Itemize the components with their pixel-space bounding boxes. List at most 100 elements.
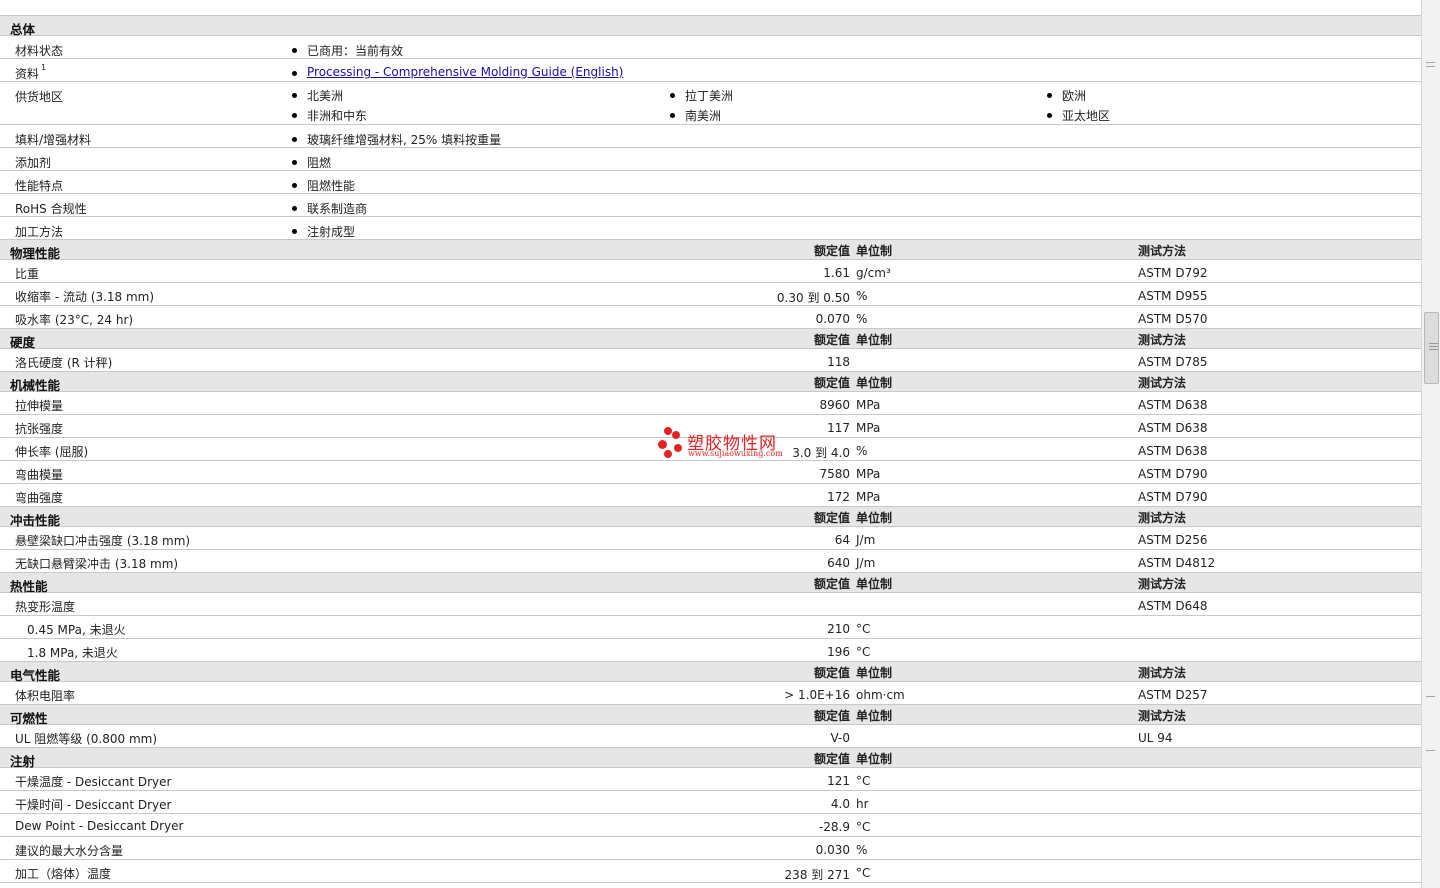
column-header-rated: 额定值 bbox=[813, 666, 850, 680]
property-unit: MPa bbox=[856, 398, 881, 412]
property-label: 干燥时间 - Desiccant Dryer bbox=[15, 798, 172, 812]
row-label: 材料状态 bbox=[15, 44, 64, 58]
property-label: 吸水率 (23°C, 24 hr) bbox=[15, 313, 134, 327]
column-header-test: 测试方法 bbox=[1138, 709, 1187, 723]
property-test-method: ASTM D638 bbox=[1138, 398, 1208, 412]
property-label: 弯曲强度 bbox=[15, 491, 64, 505]
property-label: 1.8 MPa, 未退火 bbox=[27, 646, 118, 660]
property-test-method: ASTM D955 bbox=[1138, 289, 1208, 303]
top-border bbox=[0, 0, 1422, 16]
watermark-logo: 塑胶物性网 www.sujiaowuxing.com bbox=[658, 427, 798, 463]
row-label: 加工方法 bbox=[15, 225, 64, 239]
property-unit: ohm·cm bbox=[856, 688, 905, 702]
property-row: 体积电阻率 > 1.0E+16 ohm·cm ASTM D257 bbox=[0, 682, 1422, 705]
property-test-method: ASTM D638 bbox=[1138, 421, 1208, 435]
vertical-scrollbar[interactable] bbox=[1421, 0, 1440, 888]
bullet-link: Processing - Comprehensive Molding Guide… bbox=[291, 65, 623, 79]
property-unit: °C bbox=[856, 820, 871, 834]
processing-guide-link[interactable]: Processing - Comprehensive Molding Guide… bbox=[307, 65, 623, 79]
property-label: Dew Point - Desiccant Dryer bbox=[15, 819, 184, 833]
column-header-test: 测试方法 bbox=[1138, 244, 1187, 258]
column-header-rated: 额定值 bbox=[813, 752, 850, 766]
column-header-unit: 单位制 bbox=[856, 666, 893, 680]
region-item: 欧洲 bbox=[1046, 89, 1087, 103]
property-sections: 物理性能 额定值 单位制 测试方法 比重 1.61 g/cm³ ASTM D792 收缩率 - … bbox=[0, 240, 1422, 883]
column-header-rated: 额定值 bbox=[813, 709, 850, 723]
property-label: 体积电阻率 bbox=[15, 689, 76, 703]
logo-dot bbox=[658, 440, 667, 449]
property-value: 238 到 271 bbox=[784, 868, 850, 882]
scroll-tick bbox=[1426, 696, 1435, 697]
general-regions-row: 供货地区 北美洲 拉丁美洲 欧洲 非洲和中东 南美洲 亚太地区 bbox=[0, 82, 1422, 125]
thumb-grip bbox=[1429, 343, 1438, 344]
property-unit: % bbox=[856, 843, 868, 857]
property-value: 3.0 到 4.0 bbox=[792, 446, 850, 460]
section-injection: 注射 额定值 单位制 bbox=[0, 748, 1422, 769]
property-label: 洛氏硬度 (R 计秤) bbox=[15, 356, 113, 370]
bullet-value: 玻璃纤维增强材料, 25% 填料按重量 bbox=[291, 133, 502, 147]
footnote-marker: 1 bbox=[41, 63, 47, 72]
property-row: 弯曲强度 172 MPa ASTM D790 bbox=[0, 484, 1422, 507]
property-label: 抗张强度 bbox=[15, 422, 64, 436]
logo-dot bbox=[664, 450, 672, 458]
property-value: 4.0 bbox=[830, 797, 850, 811]
column-header-rated: 额定值 bbox=[813, 376, 850, 390]
property-unit: MPa bbox=[856, 467, 881, 481]
property-row: 拉伸模量 8960 MPa ASTM D638 bbox=[0, 392, 1422, 415]
column-header-unit: 单位制 bbox=[856, 752, 893, 766]
column-header-unit: 单位制 bbox=[856, 577, 893, 591]
region-item: 拉丁美洲 bbox=[669, 89, 734, 103]
property-test-method: ASTM D792 bbox=[1138, 266, 1208, 280]
property-value: 0.030 bbox=[815, 843, 850, 857]
general-rohs-row: RoHS 合规性 联系制造商 bbox=[0, 194, 1422, 217]
general-features-row: 性能特点 阻燃性能 bbox=[0, 171, 1422, 194]
logo-dot bbox=[664, 427, 672, 435]
property-label: 拉伸模量 bbox=[15, 399, 64, 413]
property-row: 弯曲模量 7580 MPa ASTM D790 bbox=[0, 461, 1422, 484]
general-additive-row: 添加剂 阻燃 bbox=[0, 148, 1422, 171]
property-value: 7580 bbox=[819, 467, 850, 481]
property-row: Dew Point - Desiccant Dryer -28.9 °C bbox=[0, 814, 1422, 837]
column-header-test: 测试方法 bbox=[1138, 376, 1187, 390]
scroll-tick bbox=[1426, 750, 1435, 751]
bullet-value: 阻燃 bbox=[291, 156, 332, 170]
property-test-method: ASTM D648 bbox=[1138, 599, 1208, 613]
scrollbar-thumb[interactable] bbox=[1424, 312, 1439, 384]
property-value: 172 bbox=[827, 490, 850, 504]
property-test-method: ASTM D790 bbox=[1138, 490, 1208, 504]
property-value: 8960 bbox=[819, 398, 850, 412]
property-label: 热变形温度 bbox=[15, 600, 76, 614]
general-docs-row: 资料 1 Processing - Comprehensive Molding G… bbox=[0, 59, 1422, 82]
property-unit: J/m bbox=[856, 556, 876, 570]
watermark-url: www.sujiaowuxing.com bbox=[688, 449, 783, 458]
column-header-rated: 额定值 bbox=[813, 244, 850, 258]
general-status-row: 材料状态 已商用：当前有效 bbox=[0, 36, 1422, 59]
section-impact: 冲击性能 额定值 单位制 测试方法 bbox=[0, 507, 1422, 528]
property-label: UL 阻燃等级 (0.800 mm) bbox=[15, 732, 158, 746]
property-unit: MPa bbox=[856, 421, 881, 435]
column-header-unit: 单位制 bbox=[856, 244, 893, 258]
property-unit: °C bbox=[856, 774, 871, 788]
property-label: 0.45 MPa, 未退火 bbox=[27, 623, 126, 637]
property-value: 0.30 到 0.50 bbox=[776, 291, 850, 305]
bullet-value: 已商用：当前有效 bbox=[291, 44, 404, 58]
scroll-tick bbox=[1426, 62, 1435, 63]
region-item: 亚太地区 bbox=[1046, 109, 1111, 123]
property-row: 热变形温度 ASTM D648 bbox=[0, 593, 1422, 616]
property-unit: % bbox=[856, 444, 868, 458]
column-header-test: 测试方法 bbox=[1138, 333, 1187, 347]
property-unit: % bbox=[856, 312, 868, 326]
property-row: 干燥时间 - Desiccant Dryer 4.0 hr bbox=[0, 791, 1422, 814]
property-unit: °C bbox=[856, 866, 871, 880]
property-unit: °C bbox=[856, 645, 871, 659]
row-label: 资料 1 bbox=[15, 63, 47, 81]
property-row: 无缺口悬臂梁冲击 (3.18 mm) 640 J/m ASTM D4812 bbox=[0, 550, 1422, 573]
property-value: 64 bbox=[834, 533, 850, 547]
bullet-value: 注射成型 bbox=[291, 225, 356, 239]
property-value: 210 bbox=[827, 622, 850, 636]
property-label: 干燥温度 - Desiccant Dryer bbox=[15, 775, 172, 789]
property-row: 1.8 MPa, 未退火 196 °C bbox=[0, 639, 1422, 662]
property-unit: g/cm³ bbox=[856, 266, 891, 280]
property-value: 117 bbox=[827, 421, 850, 435]
property-value: 1.61 bbox=[823, 266, 850, 280]
